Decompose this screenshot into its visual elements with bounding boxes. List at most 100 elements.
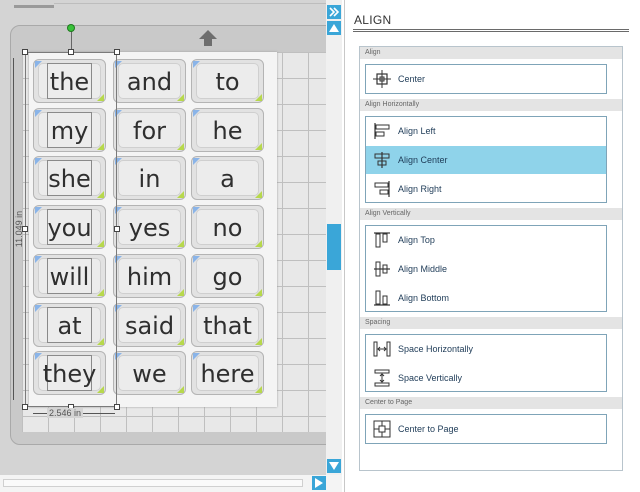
- corner-marker-blue: [115, 109, 122, 117]
- corner-marker-blue: [193, 61, 200, 68]
- word-card[interactable]: he: [191, 107, 264, 152]
- space-vertically-button[interactable]: Space Vertically: [366, 364, 606, 392]
- space-horizontally-button[interactable]: Space Horizontally: [366, 335, 606, 363]
- scroll-thumb[interactable]: [327, 224, 341, 270]
- panel-title: ALIGN: [354, 13, 392, 27]
- word-card[interactable]: go: [191, 253, 264, 298]
- resize-handle-top-right[interactable]: [114, 49, 120, 55]
- corner-marker-blue: [35, 255, 42, 263]
- word-card[interactable]: they: [33, 351, 106, 396]
- card-word: a: [220, 165, 235, 194]
- word-card[interactable]: in: [113, 156, 186, 201]
- section-header-align: Align: [360, 47, 622, 59]
- height-dimension-label: 11.049 in: [14, 210, 24, 248]
- triangle-down-icon: [329, 462, 339, 470]
- center-button[interactable]: Center: [366, 65, 606, 93]
- align-center-button[interactable]: Align Center: [366, 146, 606, 174]
- resize-handle-right[interactable]: [114, 226, 120, 232]
- word-card[interactable]: will: [33, 253, 106, 298]
- word-card[interactable]: a: [191, 156, 264, 201]
- center-to-page-icon: [372, 419, 392, 439]
- word-card[interactable]: and: [113, 59, 186, 103]
- word-card[interactable]: no: [191, 205, 264, 250]
- align-middle-button[interactable]: Align Middle: [366, 255, 606, 283]
- word-card[interactable]: the: [33, 59, 106, 103]
- triangle-up-icon: [329, 24, 339, 32]
- word-card[interactable]: for: [113, 107, 186, 152]
- corner-marker-blue: [115, 255, 122, 263]
- word-card[interactable]: yes: [113, 205, 186, 250]
- card-word: he: [212, 116, 243, 145]
- rotate-handle[interactable]: [67, 24, 75, 32]
- card-word: said: [124, 311, 175, 340]
- scroll-right-button[interactable]: [312, 476, 326, 490]
- resize-handle-top-left[interactable]: [22, 49, 28, 55]
- align-right-icon: [372, 179, 392, 199]
- resize-handle-bottom-left[interactable]: [22, 404, 28, 410]
- design-canvas[interactable]: the and to my for he she in a you yes no will him go at…: [0, 0, 326, 475]
- scroll-track[interactable]: [3, 479, 303, 487]
- card-word: you: [47, 214, 92, 243]
- collapse-panel-button[interactable]: [327, 5, 341, 19]
- title-divider: [353, 29, 629, 32]
- corner-marker-blue: [35, 353, 42, 361]
- corner-marker-blue: [193, 304, 200, 312]
- card-word: at: [57, 311, 82, 340]
- center-to-page-button[interactable]: Center to Page: [366, 415, 606, 443]
- align-bottom-label: Align Bottom: [398, 293, 450, 303]
- corner-marker-blue: [193, 158, 200, 166]
- space-horizontally-label: Space Horizontally: [398, 344, 474, 354]
- card-word: will: [49, 262, 90, 291]
- align-top-button[interactable]: Align Top: [366, 226, 606, 254]
- word-card[interactable]: my: [33, 107, 106, 152]
- corner-marker-blue: [115, 61, 122, 68]
- section-header-spacing: Spacing: [360, 317, 622, 329]
- word-card[interactable]: that: [191, 302, 264, 347]
- center-to-page-group: Center to Page: [365, 414, 607, 444]
- word-card[interactable]: said: [113, 302, 186, 347]
- word-card[interactable]: him: [113, 253, 186, 298]
- align-left-button[interactable]: Align Left: [366, 117, 606, 145]
- corner-marker-blue: [35, 207, 42, 215]
- card-word: yes: [128, 214, 171, 243]
- app-root: the and to my for he she in a you yes no will him go at…: [0, 0, 640, 492]
- word-card[interactable]: here: [191, 351, 264, 396]
- word-card[interactable]: you: [33, 205, 106, 250]
- width-dimension-label: 2.546 in: [47, 408, 84, 418]
- corner-marker-blue: [115, 158, 122, 166]
- ruler-mark: [14, 5, 54, 8]
- double-chevron-right-icon: [329, 7, 340, 17]
- align-panel: ALIGN Align Center Align Horizontally Al…: [344, 0, 640, 492]
- section-header-center-to-page: Center to Page: [360, 397, 622, 409]
- vertical-scrollbar[interactable]: [326, 0, 342, 475]
- center-to-page-label: Center to Page: [398, 424, 459, 434]
- scroll-down-button[interactable]: [327, 459, 341, 473]
- word-card[interactable]: we: [113, 351, 186, 396]
- word-card[interactable]: she: [33, 156, 106, 201]
- word-card[interactable]: at: [33, 302, 106, 347]
- triangle-right-icon: [315, 478, 323, 488]
- card-word: no: [212, 214, 243, 243]
- align-right-button[interactable]: Align Right: [366, 175, 606, 203]
- section-header-align-horizontally: Align Horizontally: [360, 99, 622, 111]
- corner-marker-blue: [35, 158, 42, 166]
- align-vertically-group: Align Top Align Middle Align Bottom: [365, 225, 607, 312]
- corner-marker-blue: [115, 304, 122, 312]
- card-word: and: [126, 68, 173, 96]
- horizontal-scrollbar[interactable]: [0, 475, 342, 492]
- card-word: here: [200, 360, 255, 389]
- scroll-up-button[interactable]: [327, 21, 341, 35]
- align-group: Center: [365, 64, 607, 94]
- resize-handle-top[interactable]: [68, 49, 74, 55]
- align-bottom-button[interactable]: Align Bottom: [366, 284, 606, 312]
- mat-orientation-arrow-icon: [199, 30, 217, 46]
- resize-handle-bottom-right[interactable]: [114, 404, 120, 410]
- align-right-label: Align Right: [398, 184, 442, 194]
- word-card[interactable]: to: [191, 59, 264, 103]
- card-word: that: [203, 311, 252, 340]
- section-header-align-vertically: Align Vertically: [360, 208, 622, 220]
- corner-marker-blue: [193, 255, 200, 263]
- card-word: for: [133, 116, 166, 145]
- space-vertically-icon: [372, 368, 392, 388]
- card-word: go: [212, 262, 243, 291]
